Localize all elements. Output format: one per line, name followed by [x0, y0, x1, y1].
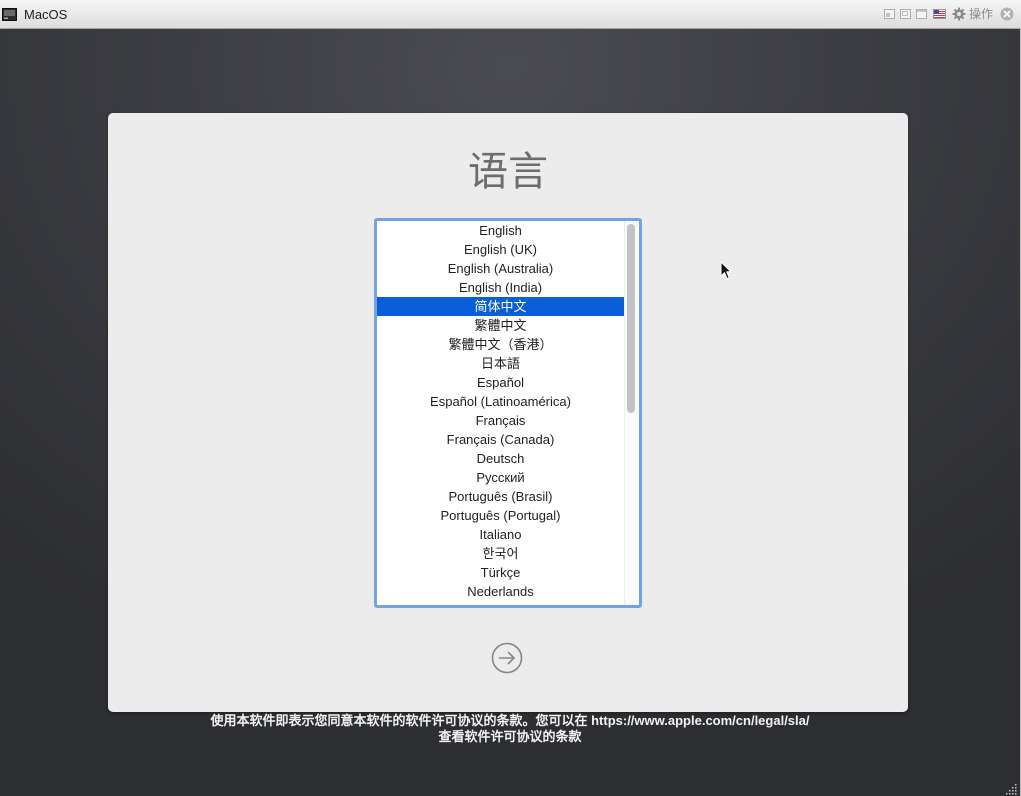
- arrow-right-circle-icon: [491, 642, 523, 674]
- language-option[interactable]: 繁體中文（香港）: [377, 335, 624, 354]
- language-option[interactable]: Français: [377, 411, 624, 430]
- window-title-bar[interactable]: MacOS 操作: [0, 0, 1021, 29]
- language-option[interactable]: Türkçe: [377, 563, 624, 582]
- vm-display: 语言 English English (UK) English (Austral…: [0, 29, 1021, 796]
- view-scaled-button[interactable]: [900, 9, 911, 19]
- language-panel: 语言 English English (UK) English (Austral…: [108, 113, 908, 712]
- scrollbar-thumb[interactable]: [627, 224, 635, 413]
- language-option[interactable]: 简体中文: [377, 297, 624, 316]
- language-option[interactable]: Deutsch: [377, 449, 624, 468]
- language-option[interactable]: 日本語: [377, 354, 624, 373]
- gear-icon: [952, 7, 966, 21]
- view-scaled-icon: [900, 9, 911, 19]
- page-title: 语言: [468, 150, 548, 194]
- language-list[interactable]: English English (UK) English (Australia)…: [374, 218, 642, 608]
- language-option[interactable]: Русский: [377, 468, 624, 487]
- language-option[interactable]: Nederlands: [377, 582, 624, 601]
- language-option[interactable]: 繁體中文: [377, 316, 624, 335]
- license-notice-line-2: 查看软件许可协议的条款: [438, 729, 582, 744]
- language-option[interactable]: English: [377, 221, 624, 240]
- language-option[interactable]: Français (Canada): [377, 430, 624, 449]
- view-unity-button[interactable]: [884, 9, 895, 19]
- view-windowed-icon: [916, 9, 927, 19]
- close-icon: [1000, 7, 1014, 21]
- language-option[interactable]: English (India): [377, 278, 624, 297]
- us-flag-icon: [933, 9, 946, 19]
- view-unity-icon: [884, 9, 895, 19]
- language-option[interactable]: Português (Brasil): [377, 487, 624, 506]
- list-scrollbar[interactable]: [624, 221, 639, 605]
- language-option[interactable]: English (Australia): [377, 259, 624, 278]
- window-title: MacOS: [24, 7, 68, 22]
- view-windowed-button[interactable]: [916, 9, 927, 19]
- close-button[interactable]: [1000, 7, 1014, 21]
- mouse-pointer-icon: [720, 261, 732, 280]
- language-option[interactable]: Português (Portugal): [377, 506, 624, 525]
- language-option[interactable]: Español (Latinoamérica): [377, 392, 624, 411]
- actions-menu-label: 操作: [969, 7, 994, 21]
- license-notice-line-1: 使用本软件即表示您同意本软件的软件许可协议的条款。您可以在 https://ww…: [210, 713, 810, 728]
- language-option[interactable]: English (UK): [377, 240, 624, 259]
- actions-menu-button[interactable]: 操作: [951, 6, 997, 23]
- continue-button[interactable]: [491, 642, 523, 674]
- app-icon: [2, 8, 17, 21]
- keyboard-layout-button[interactable]: [933, 9, 946, 19]
- language-option[interactable]: Español: [377, 373, 624, 392]
- language-option[interactable]: Italiano: [377, 525, 624, 544]
- language-option[interactable]: 한국어: [377, 544, 624, 563]
- license-notice: 使用本软件即表示您同意本软件的软件许可协议的条款。您可以在 https://ww…: [0, 713, 1020, 745]
- language-list-rows: English English (UK) English (Australia)…: [377, 221, 624, 601]
- resize-grip-icon[interactable]: [1004, 782, 1018, 795]
